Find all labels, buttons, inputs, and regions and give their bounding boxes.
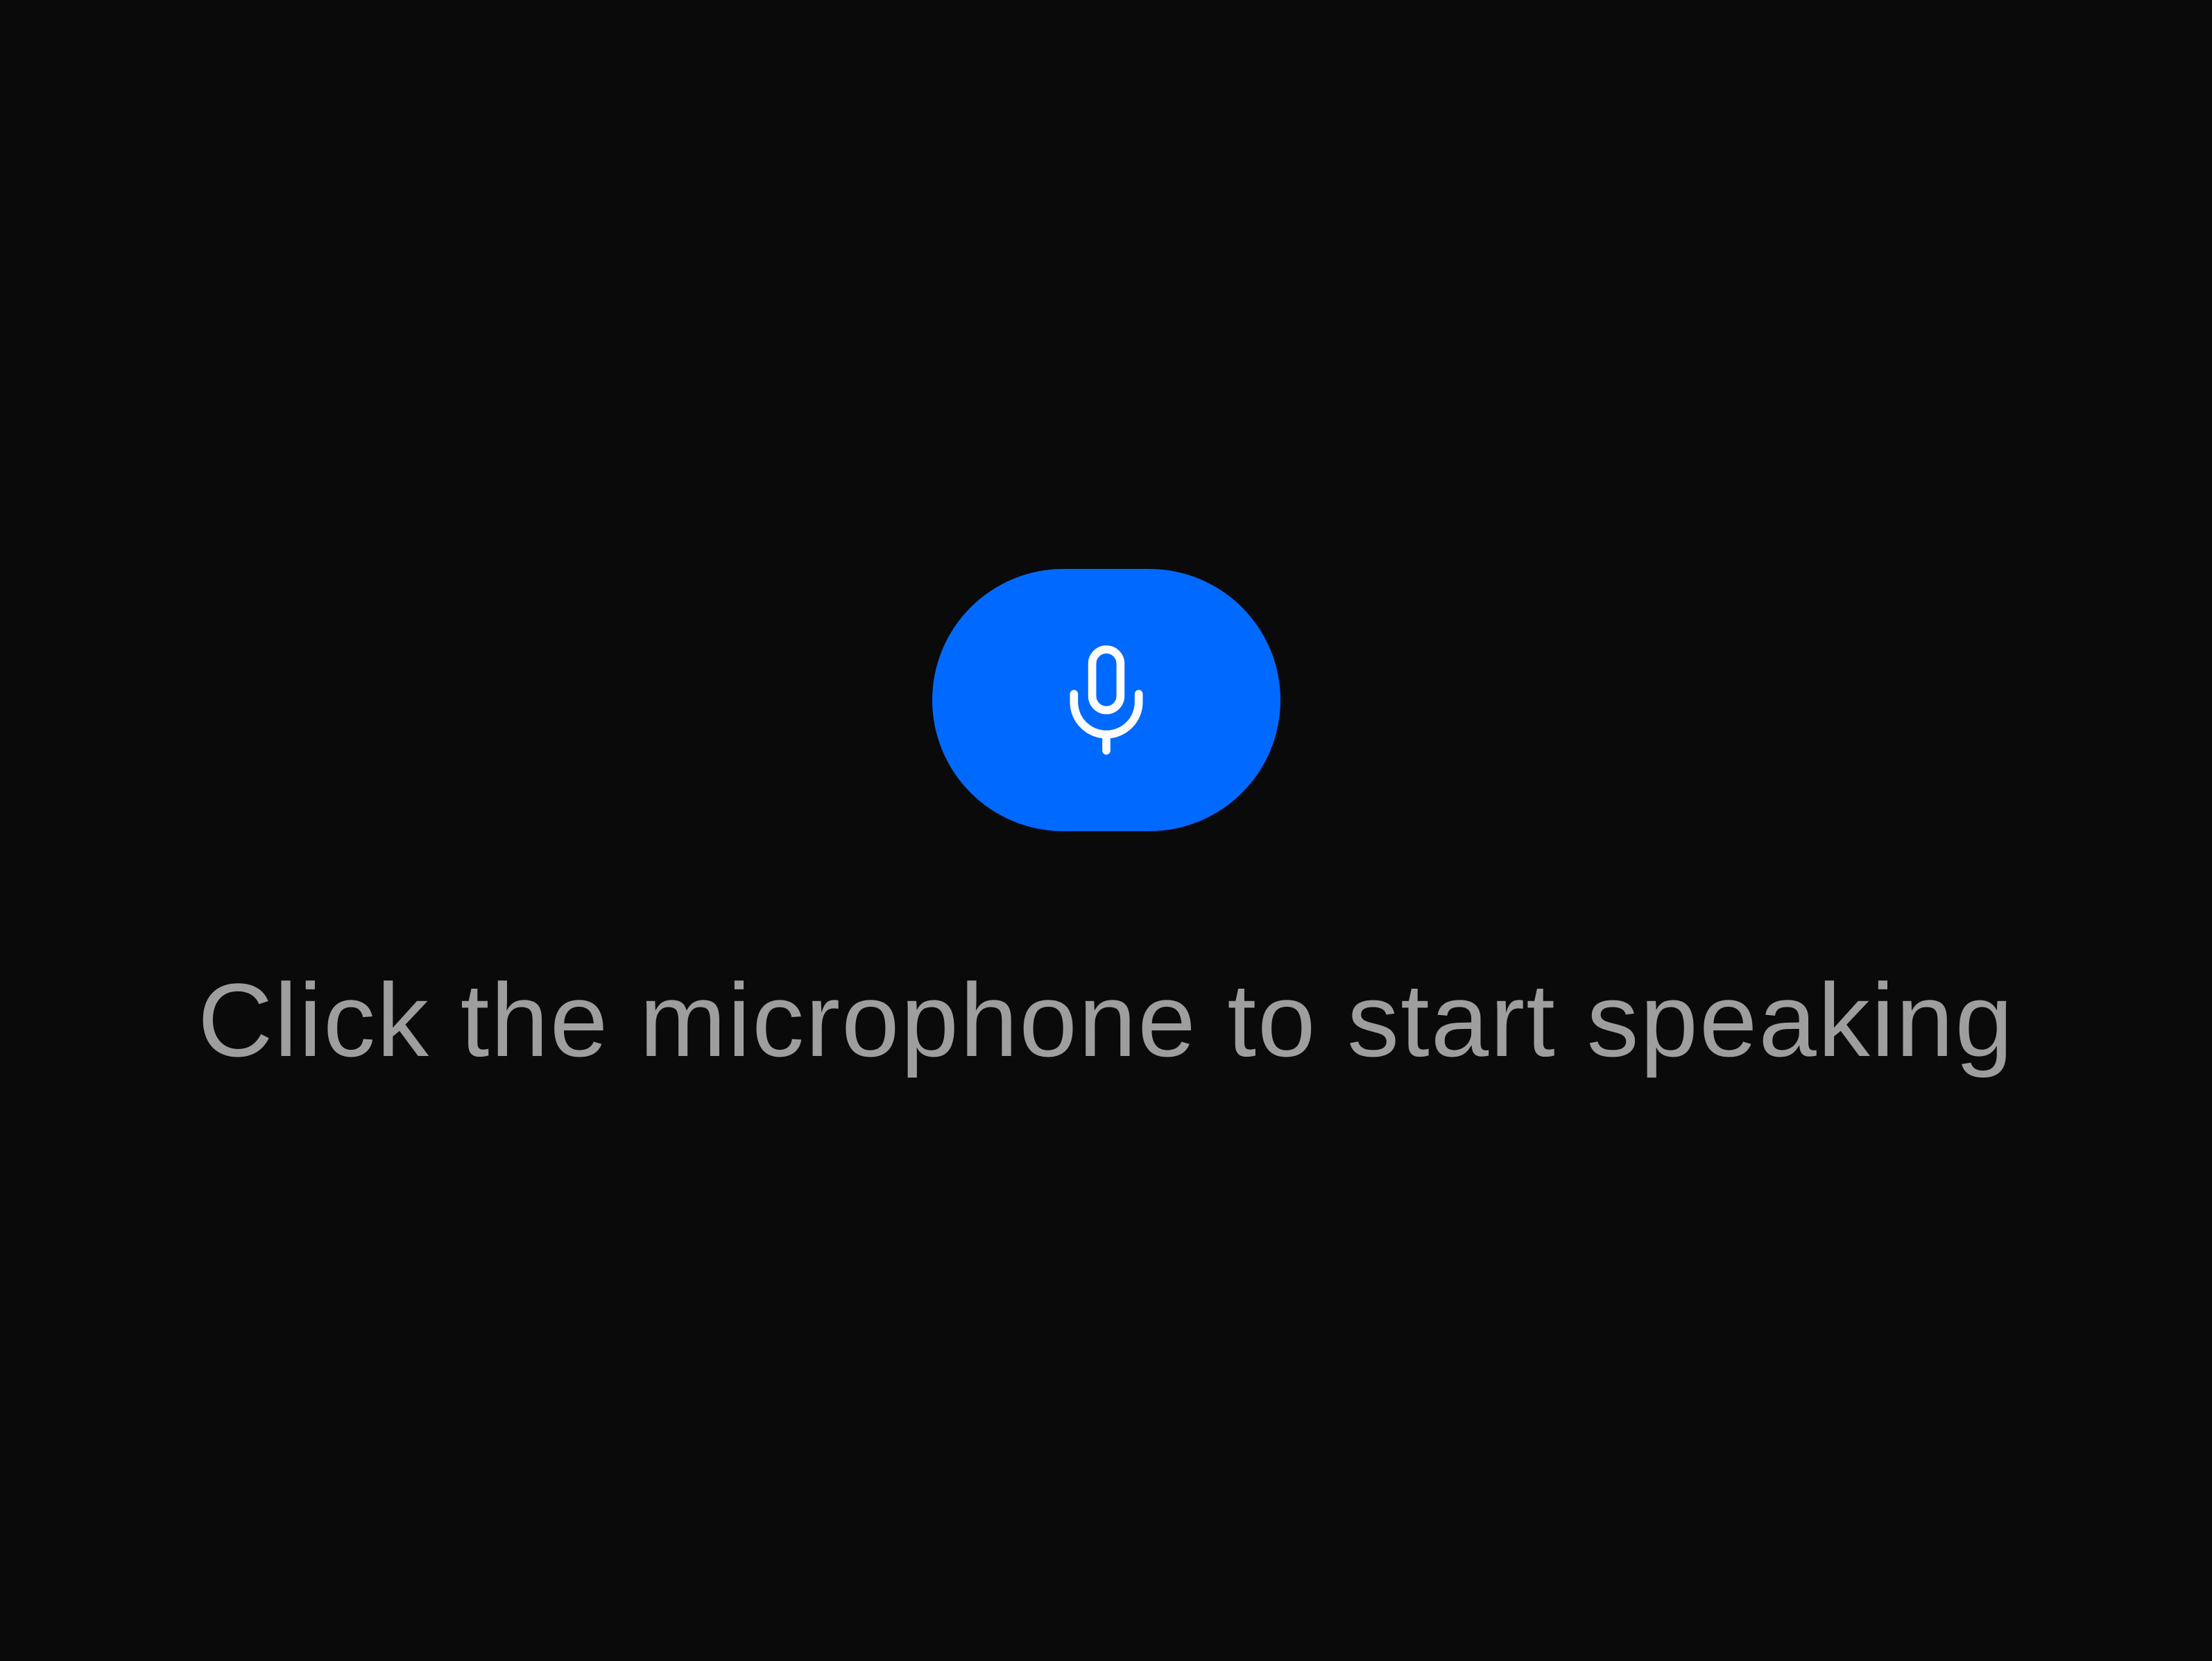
microphone-button[interactable] [932, 569, 1280, 831]
microphone-icon [1058, 643, 1155, 757]
instruction-text: Click the microphone to start speaking [198, 962, 2014, 1078]
